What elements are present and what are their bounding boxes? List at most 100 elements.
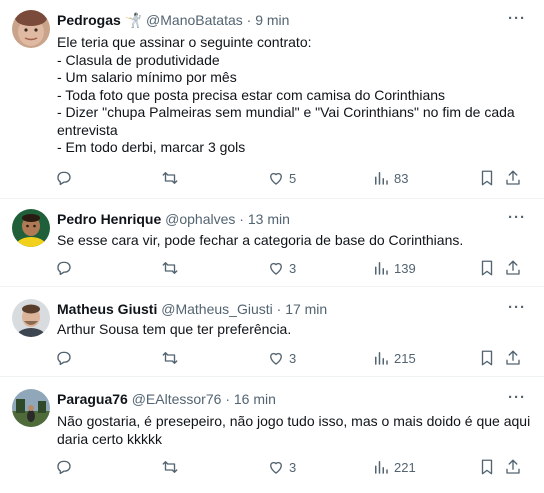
like-count: 5: [289, 170, 297, 186]
tweet[interactable]: Pedrogas 🤺 @ManoBatatas · 9 min ··· Ele …: [0, 0, 544, 199]
share-icon: [506, 459, 520, 474]
tweet-line: daria certo kkkkk: [57, 430, 163, 447]
share-button[interactable]: [504, 168, 522, 188]
tweet-line: - Clasula de produtividade: [57, 51, 220, 68]
tweet-text: Se esse cara vir, pode fechar a categori…: [57, 232, 527, 250]
tweet-line: - Toda foto que posta precisa estar com …: [57, 86, 446, 103]
tweet-line: Não gostaria, é presepeiro, não jogo tud…: [57, 413, 531, 429]
views-button[interactable]: 221: [372, 457, 416, 477]
retweet-icon: [162, 172, 178, 184]
reply-button[interactable]: [55, 168, 73, 188]
author-name[interactable]: Pedro Henrique: [57, 211, 161, 227]
like-count: 3: [289, 350, 297, 366]
retweet-icon: [162, 461, 178, 473]
reply-button[interactable]: [55, 348, 73, 368]
views-icon: [375, 262, 388, 275]
share-icon: [506, 170, 520, 185]
reply-icon: [57, 171, 71, 186]
views-icon: [375, 352, 388, 365]
tweet[interactable]: Paragua76 @EAltessor76 · 16 min ··· Não …: [0, 377, 544, 493]
tweet-text: Arthur Sousa tem que ter preferência.: [57, 321, 527, 339]
avatar[interactable]: [12, 389, 50, 427]
bookmark-icon: [481, 350, 493, 366]
like-icon: [270, 461, 282, 474]
tweet-text: Não gostaria, é presepeiro, não jogo tud…: [57, 413, 531, 448]
action-bar: 5 83: [55, 168, 525, 188]
tweet-line: entrevista: [57, 121, 118, 138]
retweet-icon: [162, 352, 178, 364]
tweet-line: - Em todo derbi, marcar 3 gols: [57, 139, 246, 155]
like-icon: [270, 172, 282, 185]
separator: ·: [276, 301, 282, 317]
timestamp[interactable]: 9 min: [255, 12, 289, 28]
author-handle[interactable]: @EAltessor76: [132, 391, 222, 407]
views-count: 83: [394, 170, 409, 186]
author-handle[interactable]: @ophalves: [165, 211, 235, 227]
separator: ·: [225, 391, 230, 407]
author-handle[interactable]: @ManoBatatas: [146, 12, 243, 28]
share-button[interactable]: [504, 348, 522, 368]
more-icon[interactable]: ···: [508, 299, 526, 316]
more-icon[interactable]: ···: [508, 209, 526, 226]
reply-icon: [57, 460, 71, 475]
tweet-line: Arthur Sousa tem que ter preferência.: [57, 321, 292, 337]
like-count: 3: [289, 260, 297, 276]
timestamp[interactable]: 17 min: [285, 301, 327, 317]
bookmark-button[interactable]: [478, 258, 496, 278]
like-button[interactable]: 3: [267, 258, 296, 278]
tweet[interactable]: Matheus Giusti @Matheus_Giusti · 17 min …: [0, 287, 544, 377]
views-count: 139: [394, 260, 416, 276]
tweet-line: Se esse cara vir, pode fechar a categori…: [57, 232, 464, 248]
separator: ·: [246, 12, 252, 28]
views-button[interactable]: 215: [372, 348, 416, 368]
views-button[interactable]: 139: [372, 258, 416, 278]
tweet[interactable]: Pedro Henrique @ophalves · 13 min ··· Se…: [0, 199, 544, 287]
views-count: 221: [394, 459, 416, 475]
avatar[interactable]: [12, 209, 50, 247]
action-bar: 3 215: [55, 348, 525, 368]
reply-icon: [57, 261, 71, 276]
bookmark-icon: [481, 170, 493, 186]
retweet-button[interactable]: [161, 348, 179, 368]
author-name[interactable]: Matheus Giusti: [57, 301, 157, 317]
like-icon: [270, 352, 282, 365]
like-icon: [270, 262, 282, 275]
retweet-button[interactable]: [161, 168, 179, 188]
tweet-line: - Um salario mínimo por mês: [57, 69, 237, 85]
reply-button[interactable]: [55, 258, 73, 278]
share-button[interactable]: [504, 258, 522, 278]
more-icon[interactable]: ···: [508, 389, 526, 406]
reply-button[interactable]: [55, 457, 73, 477]
avatar[interactable]: [12, 10, 50, 48]
author-handle[interactable]: @Matheus_Giusti: [161, 301, 272, 317]
timestamp[interactable]: 16 min: [234, 391, 276, 407]
like-button[interactable]: 5: [267, 168, 296, 188]
like-button[interactable]: 3: [267, 457, 296, 477]
avatar[interactable]: [12, 299, 50, 337]
more-icon[interactable]: ···: [508, 10, 526, 27]
share-icon: [506, 260, 520, 275]
retweet-button[interactable]: [161, 258, 179, 278]
like-count: 3: [289, 459, 297, 475]
author-name[interactable]: Pedrogas: [57, 12, 121, 28]
like-button[interactable]: 3: [267, 348, 296, 368]
bookmark-icon: [481, 459, 493, 475]
action-bar: 3 221: [55, 457, 525, 477]
tweet-text: Ele teria que assinar o seguinte contrat…: [57, 34, 527, 157]
share-button[interactable]: [504, 457, 522, 477]
author-name[interactable]: Paragua76: [57, 391, 128, 407]
bookmark-button[interactable]: [478, 457, 496, 477]
reply-icon: [57, 351, 71, 366]
badge-emoji: 🤺: [124, 12, 143, 28]
bookmark-button[interactable]: [478, 168, 496, 188]
retweet-icon: [162, 262, 178, 274]
views-icon: [375, 461, 388, 474]
separator: ·: [239, 211, 244, 227]
action-bar: 3 139: [55, 258, 525, 278]
timestamp[interactable]: 13 min: [248, 211, 290, 227]
bookmark-button[interactable]: [478, 348, 496, 368]
views-icon: [375, 172, 388, 185]
retweet-button[interactable]: [161, 457, 179, 477]
tweet-line: Ele teria que assinar o seguinte contrat…: [57, 34, 312, 50]
views-button[interactable]: 83: [372, 168, 408, 188]
